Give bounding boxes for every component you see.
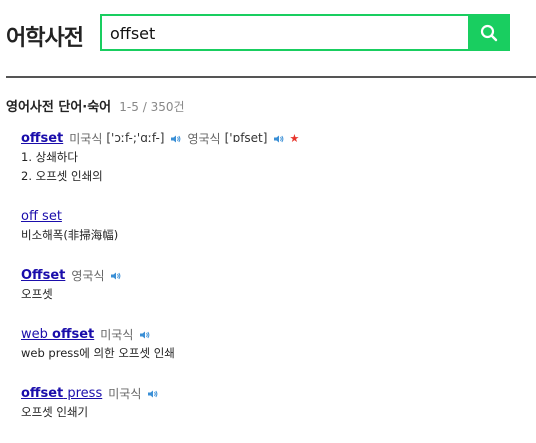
pron-region: 미국식 (100, 327, 134, 342)
result-count: 1-5 / 350건 (119, 100, 185, 114)
entry-word-link[interactable]: Offset (21, 268, 65, 283)
speaker-icon[interactable] (273, 133, 284, 143)
search-box (100, 14, 510, 51)
entry-word-link[interactable]: web offset (21, 327, 94, 342)
entry-word-link[interactable]: offset press (21, 386, 102, 401)
entry-word-link[interactable]: off set (21, 209, 62, 224)
search-icon (480, 24, 498, 41)
entry-offset: offset 미국식 ['ɔːf-;'ɑːf-] 영국식 ['ɒfset] ★ … (21, 130, 299, 186)
pron-region: 미국식 (108, 386, 142, 401)
entry-offset-press: offset press 미국식 오프셋 인쇄기 (21, 385, 158, 422)
search-input[interactable] (110, 22, 465, 44)
speaker-icon[interactable] (139, 329, 150, 339)
pron-us: ['ɔːf-;'ɑːf-] (106, 131, 165, 145)
header: 어학사전 (0, 0, 536, 78)
logo[interactable]: 어학사전 (6, 20, 84, 52)
meaning: 비소해폭(非掃海幅) (21, 228, 119, 242)
pron-uk: ['ɒfset] (224, 131, 268, 145)
section-name: 영어사전 단어·숙어 (6, 100, 112, 115)
meaning: 오프셋 인쇄기 (21, 405, 89, 419)
meaning: 1. 상쇄하다 (21, 150, 78, 164)
meaning: 2. 오프셋 인쇄의 (21, 169, 103, 183)
entry-offset-uk: Offset 영국식 오프셋 (21, 267, 121, 304)
pron-region-uk: 영국식 (187, 131, 221, 146)
entry-web-offset: web offset 미국식 web press에 의한 오프셋 인쇄 (21, 326, 175, 363)
pron-region: 영국식 (71, 268, 105, 283)
meaning: web press에 의한 오프셋 인쇄 (21, 346, 175, 360)
star-icon[interactable]: ★ (289, 132, 299, 145)
search-button[interactable] (468, 14, 510, 51)
section-title: 영어사전 단어·숙어 1-5 / 350건 (6, 96, 185, 115)
speaker-icon[interactable] (147, 388, 158, 398)
meaning: 오프셋 (21, 287, 53, 301)
pron-region-us: 미국식 (69, 131, 103, 146)
speaker-icon[interactable] (170, 133, 181, 143)
divider (6, 76, 536, 78)
entry-word-link[interactable]: offset (21, 131, 63, 146)
entry-off-set: off set 비소해폭(非掃海幅) (21, 208, 118, 245)
speaker-icon[interactable] (110, 270, 121, 280)
